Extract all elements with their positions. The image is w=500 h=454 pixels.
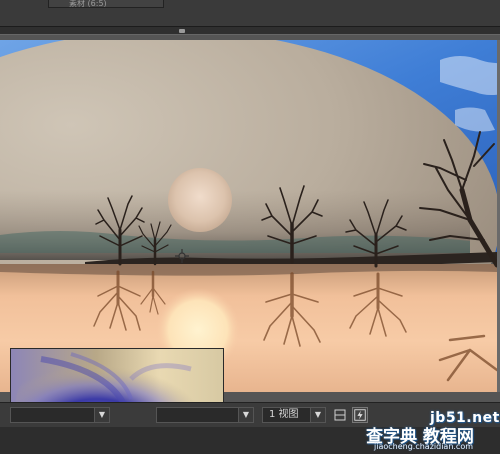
watermark-url: jiaocheng.chazidian.com [374,442,474,451]
chevron-down-icon: ▼ [310,408,325,422]
crosshair-cursor-icon [175,249,189,263]
chevron-down-icon: ▼ [94,408,109,422]
snapshot-icon[interactable] [352,407,368,423]
chevron-down-icon: ▼ [238,408,253,422]
grid-icon-graphic [334,409,346,421]
view-select[interactable]: ▼ [156,407,254,423]
view-count-label: 1 视图 [269,409,299,420]
composition-render [0,40,497,392]
panel-tab-label: 素材 (6:5) [69,0,107,8]
application-window: 素材 (6:5) ▼ ▼ 1 视图 ▼ jb51.net 查字典 教程网 jia… [0,0,500,454]
resolution-select[interactable]: ▼ [10,407,110,423]
composition-viewport[interactable] [0,40,500,392]
panel-divider-grip[interactable] [179,29,185,33]
view-count-select[interactable]: 1 视图 ▼ [262,407,326,423]
snapshot-icon-graphic [354,409,366,421]
panel-tab[interactable]: 素材 (6:5) [48,0,164,8]
grid-icon[interactable] [332,407,348,423]
top-panel-bar: 素材 (6:5) [0,0,500,27]
